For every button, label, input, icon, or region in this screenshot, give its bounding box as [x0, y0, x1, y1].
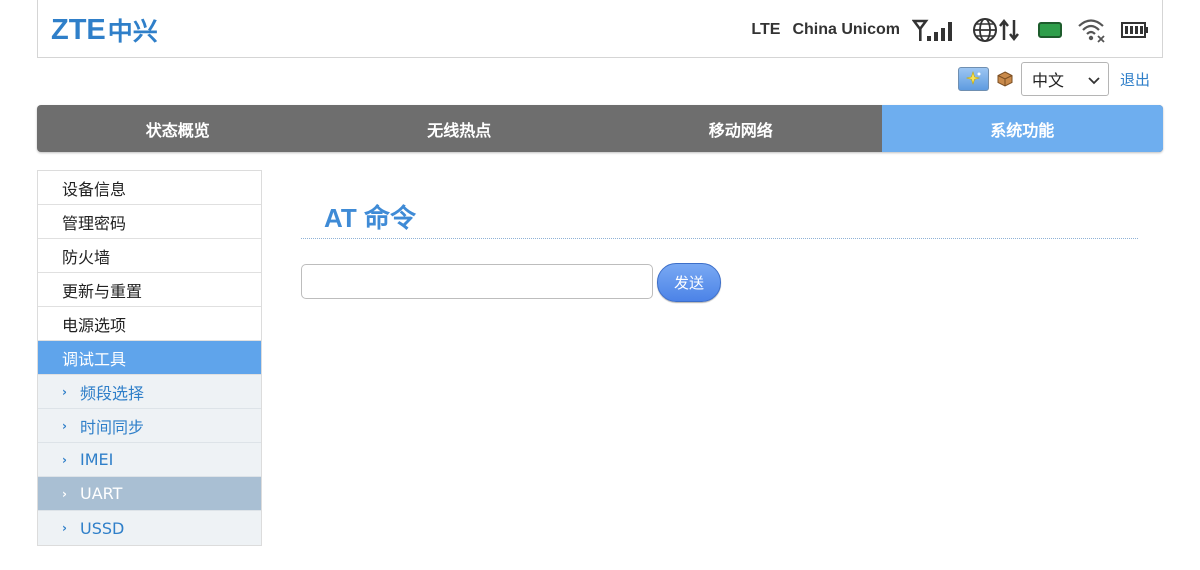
logout-link[interactable]: 退出	[1120, 69, 1150, 90]
package-icon[interactable]	[995, 67, 1015, 91]
sidebar-item-power-options[interactable]: 电源选项	[38, 307, 261, 341]
sidebar-subitem-label: 时间同步	[80, 417, 145, 437]
status-area: LTE China Unicom	[751, 13, 1150, 47]
chevron-right-icon: ›	[62, 521, 67, 535]
sidebar-item-device-info[interactable]: 设备信息	[38, 171, 261, 205]
globe-data-icon	[972, 16, 1024, 44]
sidebar-item-update-reset[interactable]: 更新与重置	[38, 273, 261, 307]
sidebar-subitem-uart[interactable]: › UART	[38, 477, 261, 511]
sidebar-item-firewall[interactable]: 防火墙	[38, 239, 261, 273]
title-divider	[301, 238, 1138, 239]
tab-wireless-hotspot[interactable]: 无线热点	[319, 105, 601, 152]
tab-status-overview[interactable]: 状态概览	[37, 105, 319, 152]
sidebar-subitem-imei[interactable]: › IMEI	[38, 443, 261, 477]
network-type: LTE	[751, 21, 781, 38]
sidebar-item-admin-password[interactable]: 管理密码	[38, 205, 261, 239]
sim-card-icon	[1036, 19, 1064, 41]
sidebar-subitem-time-sync[interactable]: › 时间同步	[38, 409, 261, 443]
logo-latin: ZTE	[51, 13, 106, 46]
at-command-input[interactable]	[301, 264, 653, 299]
battery-icon	[1120, 20, 1150, 40]
header-bar: ZTE 中兴 LTE China Unicom	[37, 0, 1163, 58]
language-bar: 中文	[958, 62, 1109, 96]
send-button[interactable]: 发送	[657, 263, 721, 302]
chevron-right-icon: ›	[62, 418, 67, 433]
language-select[interactable]: 中文	[1021, 62, 1109, 96]
main-nav: 状态概览 无线热点 移动网络 系统功能	[37, 105, 1163, 152]
page-title: AT 命令	[324, 203, 416, 233]
sidebar-subitem-label: IMEI	[80, 450, 114, 469]
language-select-value: 中文	[1032, 71, 1065, 90]
chevron-right-icon: ›	[62, 452, 67, 467]
chevron-down-icon	[1088, 70, 1100, 89]
wifi-off-icon	[1076, 16, 1108, 44]
chevron-right-icon: ›	[62, 486, 67, 501]
theme-button[interactable]	[958, 67, 989, 91]
logo-cn: 中兴	[107, 17, 158, 46]
tab-system-functions[interactable]: 系统功能	[881, 105, 1163, 152]
sidebar-subitem-label: 频段选择	[80, 383, 145, 403]
sidebar-subitem-ussd[interactable]: › USSD	[38, 511, 261, 545]
sidebar-subitem-label: UART	[80, 484, 123, 503]
sidebar-subitem-label: USSD	[80, 518, 125, 538]
sidebar-item-debug-tools[interactable]: 调试工具	[38, 341, 261, 375]
sidebar-menu: 设备信息 管理密码 防火墙 更新与重置 电源选项 调试工具 › 频段选择 › 时…	[37, 170, 262, 546]
tab-mobile-network[interactable]: 移动网络	[600, 105, 882, 152]
carrier-name: China Unicom	[792, 21, 900, 38]
zte-logo: ZTE 中兴	[51, 13, 158, 47]
sidebar-subitem-band-select[interactable]: › 频段选择	[38, 375, 261, 409]
signal-strength-icon	[912, 17, 960, 43]
chevron-right-icon: ›	[62, 384, 67, 399]
